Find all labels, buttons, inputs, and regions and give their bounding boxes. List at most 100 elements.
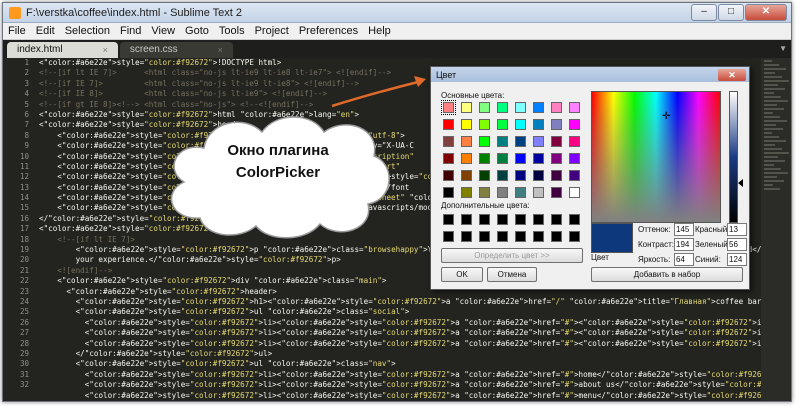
custom-color-swatch[interactable] xyxy=(569,214,580,225)
color-swatch[interactable] xyxy=(497,136,508,147)
color-swatch[interactable] xyxy=(479,136,490,147)
menu-goto[interactable]: Goto xyxy=(185,25,209,37)
color-swatch[interactable] xyxy=(497,170,508,181)
color-swatch[interactable] xyxy=(551,102,562,113)
color-swatch[interactable] xyxy=(515,102,526,113)
menu-view[interactable]: View xyxy=(151,25,175,37)
menu-file[interactable]: File xyxy=(8,25,26,37)
maximize-button[interactable]: □ xyxy=(718,4,744,21)
tab-close-icon[interactable]: × xyxy=(103,42,108,58)
color-swatch[interactable] xyxy=(497,153,508,164)
color-swatch[interactable] xyxy=(515,119,526,130)
tab-close-icon[interactable]: × xyxy=(218,42,223,58)
color-swatch[interactable] xyxy=(515,153,526,164)
color-swatch[interactable] xyxy=(533,170,544,181)
custom-color-swatch[interactable] xyxy=(461,231,472,242)
color-swatch[interactable] xyxy=(569,187,580,198)
red-field[interactable]: 13 xyxy=(727,223,747,236)
close-button[interactable]: ✕ xyxy=(745,4,787,21)
color-swatch[interactable] xyxy=(569,102,580,113)
custom-color-swatch[interactable] xyxy=(443,231,454,242)
tab-list-arrow-icon[interactable]: ▼ xyxy=(779,44,787,53)
color-swatch[interactable] xyxy=(533,119,544,130)
color-swatch[interactable] xyxy=(461,170,472,181)
color-swatch[interactable] xyxy=(443,136,454,147)
color-swatch[interactable] xyxy=(461,136,472,147)
color-spectrum[interactable] xyxy=(591,91,721,223)
custom-color-swatch[interactable] xyxy=(533,231,544,242)
color-swatch[interactable] xyxy=(461,102,472,113)
menu-project[interactable]: Project xyxy=(255,25,289,37)
minimize-button[interactable]: – xyxy=(691,4,717,21)
color-swatch[interactable] xyxy=(479,187,490,198)
minimap[interactable] xyxy=(761,58,791,401)
crosshair-icon[interactable]: ✛ xyxy=(662,111,670,122)
color-swatch[interactable] xyxy=(443,119,454,130)
custom-color-swatch[interactable] xyxy=(551,214,562,225)
color-swatch[interactable] xyxy=(551,136,562,147)
color-swatch[interactable] xyxy=(497,187,508,198)
color-swatch[interactable] xyxy=(551,187,562,198)
define-custom-color-button[interactable]: Определить цвет >> xyxy=(441,248,583,263)
lum-field[interactable]: 64 xyxy=(674,253,694,266)
color-swatch[interactable] xyxy=(533,136,544,147)
color-swatch[interactable] xyxy=(443,187,454,198)
color-swatch[interactable] xyxy=(443,153,454,164)
color-swatch[interactable] xyxy=(461,187,472,198)
luminance-slider[interactable] xyxy=(729,91,738,223)
color-swatch[interactable] xyxy=(443,170,454,181)
menu-selection[interactable]: Selection xyxy=(65,25,110,37)
menu-preferences[interactable]: Preferences xyxy=(299,25,358,37)
color-swatch[interactable] xyxy=(569,136,580,147)
color-swatch[interactable] xyxy=(533,102,544,113)
color-swatch[interactable] xyxy=(515,187,526,198)
dialog-close-button[interactable]: ✕ xyxy=(718,68,746,81)
sat-field[interactable]: 194 xyxy=(674,238,694,251)
luminance-arrow-icon[interactable] xyxy=(738,179,743,187)
color-swatch[interactable] xyxy=(479,170,490,181)
color-swatch[interactable] xyxy=(533,153,544,164)
custom-color-swatch[interactable] xyxy=(551,231,562,242)
color-swatch[interactable] xyxy=(461,153,472,164)
custom-color-swatch[interactable] xyxy=(443,214,454,225)
custom-color-swatch[interactable] xyxy=(569,231,580,242)
blue-field[interactable]: 124 xyxy=(727,253,747,266)
color-swatch[interactable] xyxy=(551,119,562,130)
color-swatch[interactable] xyxy=(497,119,508,130)
custom-color-swatch[interactable] xyxy=(479,231,490,242)
tab-index-html[interactable]: index.html × xyxy=(7,42,118,58)
color-swatch[interactable] xyxy=(515,170,526,181)
color-swatch[interactable] xyxy=(569,119,580,130)
custom-color-swatch[interactable] xyxy=(497,214,508,225)
custom-color-swatch[interactable] xyxy=(497,231,508,242)
color-swatch[interactable] xyxy=(515,136,526,147)
cancel-button[interactable]: Отмена xyxy=(487,267,537,282)
tab-screen-css[interactable]: screen.css × xyxy=(119,42,233,58)
custom-color-swatch[interactable] xyxy=(515,231,526,242)
menu-edit[interactable]: Edit xyxy=(36,25,55,37)
color-swatch[interactable] xyxy=(479,153,490,164)
hue-field[interactable]: 145 xyxy=(674,223,694,236)
custom-color-swatch[interactable] xyxy=(461,214,472,225)
line-number: 7 xyxy=(24,120,29,130)
code-line: <"color:#a6e22e">style="color:#f92672">u… xyxy=(39,359,396,369)
menu-tools[interactable]: Tools xyxy=(219,25,245,37)
color-swatch[interactable] xyxy=(479,119,490,130)
color-swatch[interactable] xyxy=(479,102,490,113)
custom-color-swatch[interactable] xyxy=(515,214,526,225)
color-swatch[interactable] xyxy=(497,102,508,113)
color-swatch[interactable] xyxy=(569,170,580,181)
add-to-custom-colors-button[interactable]: Добавить в набор xyxy=(591,267,743,282)
color-swatch[interactable] xyxy=(551,153,562,164)
color-swatch[interactable] xyxy=(551,170,562,181)
color-swatch[interactable] xyxy=(569,153,580,164)
color-swatch[interactable] xyxy=(461,119,472,130)
green-field[interactable]: 56 xyxy=(727,238,747,251)
color-swatch[interactable] xyxy=(441,100,456,115)
color-swatch[interactable] xyxy=(533,187,544,198)
ok-button[interactable]: OK xyxy=(441,267,483,282)
menu-help[interactable]: Help xyxy=(368,25,391,37)
menu-find[interactable]: Find xyxy=(120,25,141,37)
custom-color-swatch[interactable] xyxy=(479,214,490,225)
custom-color-swatch[interactable] xyxy=(533,214,544,225)
